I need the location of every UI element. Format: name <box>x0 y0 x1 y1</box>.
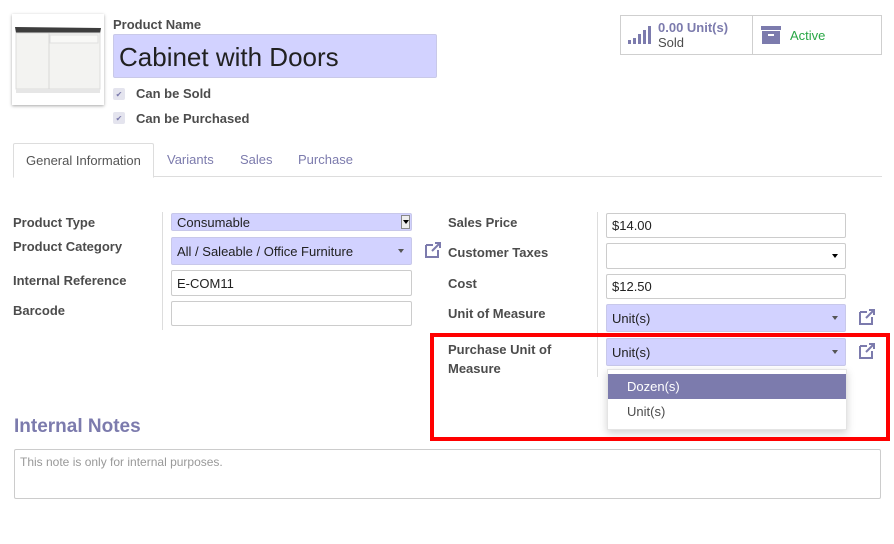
can-be-sold-label: Can be Sold <box>136 86 212 101</box>
stat-buttons: 0.00 Unit(s) Sold Active <box>620 15 882 55</box>
tab-purchase[interactable]: Purchase <box>298 143 353 177</box>
sold-label: Sold <box>658 35 685 50</box>
external-link-icon[interactable] <box>857 307 877 327</box>
sales-price-value: $14.00 <box>612 218 652 233</box>
sales-price-input[interactable]: $14.00 <box>606 213 846 238</box>
product-type-select[interactable]: Consumable <box>171 213 412 231</box>
tab-variants[interactable]: Variants <box>167 143 214 177</box>
notebook-tabs: General Information Variants Sales Purch… <box>13 143 882 178</box>
can-be-sold-checkbox[interactable]: ✔ <box>113 88 125 100</box>
highlight-annotation-box <box>430 333 890 441</box>
column-separator <box>162 212 163 330</box>
product-category-select[interactable]: All / Saleable / Office Furniture <box>171 237 412 265</box>
product-category-value: All / Saleable / Office Furniture <box>177 243 354 259</box>
chevron-down-icon <box>398 249 404 253</box>
unit-of-measure-value: Unit(s) <box>612 310 651 326</box>
check-icon: ✔ <box>115 89 123 99</box>
product-name-input[interactable]: Cabinet with Doors <box>113 34 437 78</box>
internal-reference-input[interactable]: E-COM11 <box>171 270 412 296</box>
product-type-value: Consumable <box>177 214 250 230</box>
external-link-icon[interactable] <box>423 240 443 260</box>
can-be-purchased-label: Can be Purchased <box>136 111 250 126</box>
cabinet-image <box>12 14 104 105</box>
barcode-input[interactable] <box>171 301 412 326</box>
active-label: Active <box>790 27 826 43</box>
product-type-label: Product Type <box>13 215 96 230</box>
tab-general-information[interactable]: General Information <box>13 143 154 178</box>
select-arrow-icon <box>401 215 410 229</box>
active-toggle-button[interactable]: Active <box>753 16 881 54</box>
internal-notes-textarea[interactable]: This note is only for internal purposes. <box>14 449 881 499</box>
internal-reference-value: E-COM11 <box>177 275 234 291</box>
cost-label: Cost <box>448 276 477 291</box>
can-be-purchased-checkbox[interactable]: ✔ <box>113 112 125 124</box>
unit-of-measure-select[interactable]: Unit(s) <box>606 304 846 332</box>
sold-value: 0.00 Unit(s) <box>658 20 729 35</box>
cost-value: $12.50 <box>612 279 652 294</box>
signal-bars-icon <box>628 26 651 44</box>
sales-price-label: Sales Price <box>448 215 518 230</box>
tab-sales[interactable]: Sales <box>240 143 273 177</box>
unit-of-measure-label: Unit of Measure <box>448 306 546 321</box>
product-category-label: Product Category <box>13 239 123 254</box>
barcode-label: Barcode <box>13 303 66 318</box>
cost-input[interactable]: $12.50 <box>606 274 846 299</box>
chevron-down-icon <box>832 316 838 320</box>
archive-icon <box>761 26 781 44</box>
internal-notes-title: Internal Notes <box>14 416 141 437</box>
product-name-label: Product Name <box>113 17 202 32</box>
sold-stat-button[interactable]: 0.00 Unit(s) Sold <box>621 16 753 54</box>
product-image[interactable] <box>12 14 104 105</box>
customer-taxes-select[interactable] <box>606 243 846 269</box>
internal-reference-label: Internal Reference <box>13 273 127 288</box>
check-icon: ✔ <box>115 113 123 123</box>
customer-taxes-label: Customer Taxes <box>448 245 549 260</box>
chevron-down-icon <box>832 254 838 258</box>
